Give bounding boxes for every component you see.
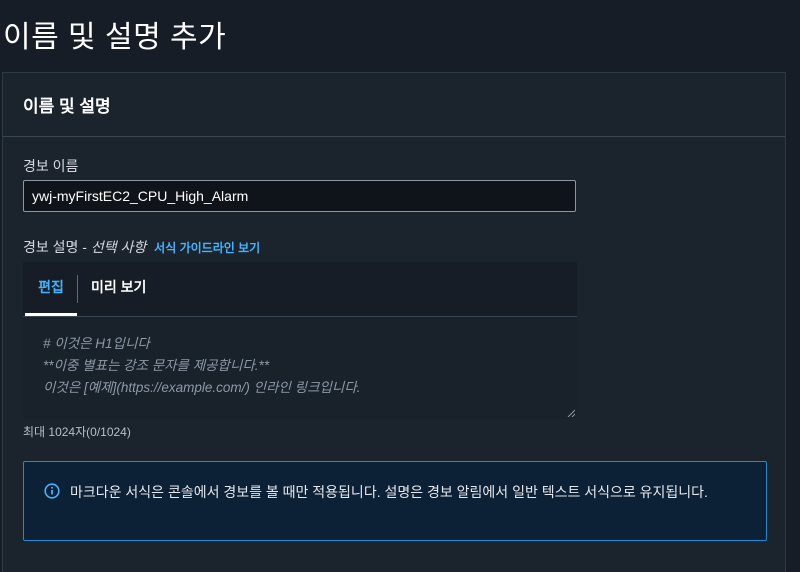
placeholder-line: 이것은 [예제](https://example.com/) 인라인 링크입니다… xyxy=(43,380,361,395)
optional-label: 선택 사항 xyxy=(90,239,147,255)
name-description-panel: 이름 및 설명 경보 이름 경보 설명 - 선택 사항 서식 가이드라인 보기 … xyxy=(2,72,786,572)
description-textarea[interactable]: # 이것은 H1입니다 **이중 별표는 강조 문자를 제공합니다.** 이것은… xyxy=(23,317,577,419)
tab-preview[interactable]: 미리 보기 xyxy=(91,262,146,316)
panel-title: 이름 및 설명 xyxy=(23,97,111,116)
info-message: 마크다운 서식은 콘솔에서 경보를 볼 때만 적용됩니다. 설명은 경보 알림에… xyxy=(70,484,708,500)
resize-handle-icon[interactable] xyxy=(567,409,575,417)
tab-divider xyxy=(77,275,78,303)
tab-edit[interactable]: 편집 xyxy=(25,262,77,316)
alarm-name-label: 경보 이름 xyxy=(23,158,79,174)
character-count: 최대 1024자(0/1024) xyxy=(23,425,131,439)
panel-header: 이름 및 설명 xyxy=(3,73,785,137)
description-label-text: 경보 설명 - xyxy=(23,239,91,255)
alarm-description-label: 경보 설명 - 선택 사항 서식 가이드라인 보기 xyxy=(23,237,260,257)
info-icon xyxy=(44,483,60,499)
editor-tabs: 편집 미리 보기 xyxy=(23,262,577,317)
format-guide-link[interactable]: 서식 가이드라인 보기 xyxy=(154,241,260,255)
markdown-editor: 편집 미리 보기 # 이것은 H1입니다 **이중 별표는 강조 문자를 제공합… xyxy=(23,262,577,419)
page-title: 이름 및 설명 추가 xyxy=(3,21,227,54)
info-alert: 마크다운 서식은 콘솔에서 경보를 볼 때만 적용됩니다. 설명은 경보 알림에… xyxy=(23,461,767,541)
placeholder-line: **이중 별표는 강조 문자를 제공합니다.** xyxy=(43,358,270,373)
alarm-name-input[interactable] xyxy=(23,180,576,212)
placeholder-line: # 이것은 H1입니다 xyxy=(43,336,150,351)
